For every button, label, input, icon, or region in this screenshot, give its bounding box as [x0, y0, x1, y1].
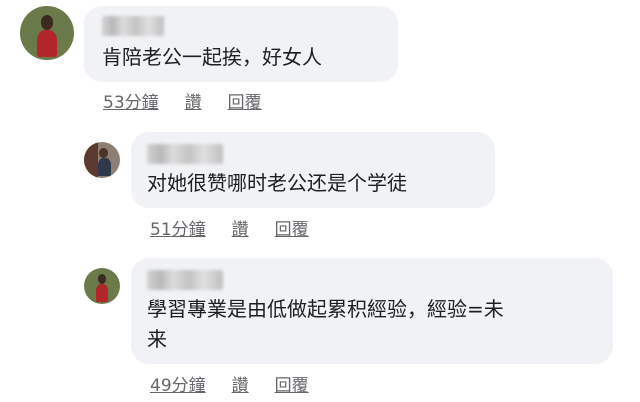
timestamp-link[interactable]: 51分鐘	[150, 220, 206, 240]
avatar-background	[84, 142, 99, 178]
like-button[interactable]: 讚	[185, 93, 202, 113]
avatar-figure-body	[37, 30, 57, 58]
comment-actions: 53分鐘 讚 回覆	[103, 88, 288, 113]
reply-button[interactable]: 回覆	[275, 220, 309, 240]
timestamp-link[interactable]: 49分鐘	[150, 376, 206, 396]
comment-text: 學習專業是由低做起累积經验，經验=未 来	[147, 297, 504, 351]
like-button[interactable]: 讚	[232, 220, 249, 240]
comment-actions: 49分鐘 讚 回覆	[150, 371, 335, 396]
avatar[interactable]	[84, 268, 120, 304]
reply-button[interactable]: 回覆	[275, 376, 309, 396]
comment-bubble: 肯陪老公一起挨，好女人	[84, 6, 398, 82]
timestamp-link[interactable]: 53分鐘	[103, 93, 159, 113]
reply-button[interactable]: 回覆	[228, 93, 262, 113]
avatar[interactable]	[20, 6, 74, 60]
commenter-name-blurred[interactable]	[147, 270, 223, 290]
avatar-figure-head	[99, 147, 108, 158]
avatar[interactable]	[84, 142, 120, 178]
like-button[interactable]: 讚	[232, 376, 249, 396]
commenter-name-blurred[interactable]	[147, 144, 223, 164]
avatar-figure-body	[98, 158, 112, 177]
comment-bubble: 學習專業是由低做起累积經验，經验=未 来	[131, 258, 613, 364]
comment-bubble: 对她很赞哪时老公还是个学徒	[131, 132, 495, 208]
comment-actions: 51分鐘 讚 回覆	[150, 215, 335, 240]
avatar-figure-head	[40, 14, 54, 30]
comment-text: 肯陪老公一起挨，好女人	[102, 45, 322, 69]
comment-text: 对她很赞哪时老公还是个学徒	[147, 171, 407, 195]
commenter-name-blurred[interactable]	[102, 16, 164, 36]
avatar-figure-head	[97, 273, 107, 284]
avatar-figure-body	[95, 284, 109, 303]
